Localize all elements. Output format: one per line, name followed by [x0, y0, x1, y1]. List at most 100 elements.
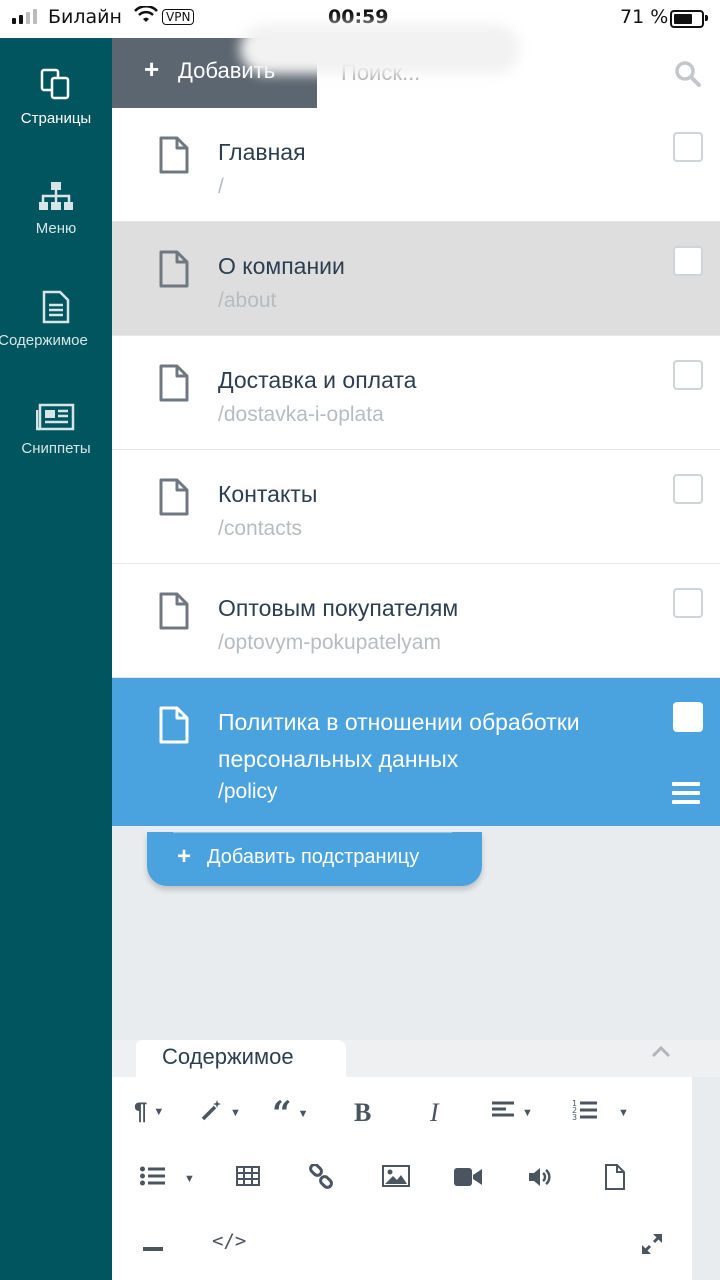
plus-icon: + [177, 843, 192, 870]
page-icon [158, 478, 190, 521]
editor-side-gutter [692, 1077, 720, 1280]
page-slug: / [218, 175, 224, 198]
sidebar-item-label: Содержимое [0, 332, 88, 349]
sidebar-item-content[interactable]: Содержимое [0, 290, 112, 349]
page-title[interactable]: Контакты [218, 476, 638, 513]
sidebar: Страницы Меню Содержимое Сниппеты [0, 38, 112, 1280]
content-icon [0, 290, 112, 328]
quote-button[interactable]: “▼ [272, 1094, 308, 1134]
code-button[interactable]: </> [212, 1230, 246, 1252]
page-row[interactable]: Политика в отношении обработки персональ… [112, 678, 720, 826]
sidebar-item-label: Сниппеты [21, 440, 91, 457]
page-checkbox[interactable] [673, 132, 703, 162]
battery-percent: 71 % [620, 6, 669, 28]
video-button[interactable] [454, 1167, 482, 1193]
battery-icon [670, 10, 708, 28]
plus-icon: + [144, 54, 160, 84]
paragraph-icon: ¶ [134, 1098, 148, 1125]
image-button[interactable] [382, 1165, 410, 1193]
audio-button[interactable] [528, 1166, 554, 1194]
unordered-list-icon [140, 1166, 166, 1192]
bold-icon: B [354, 1098, 372, 1127]
image-icon [382, 1165, 410, 1193]
bold-button[interactable]: B [354, 1098, 371, 1128]
chevron-up-icon[interactable] [650, 1042, 672, 1065]
page-icon [158, 592, 190, 635]
page-title[interactable]: О компании [218, 248, 638, 285]
page-row[interactable]: О компании /about [112, 222, 720, 336]
sidebar-item-menu[interactable]: Меню [0, 180, 112, 237]
redaction-smudge [240, 24, 520, 74]
content-editor: Содержимое ¶ ▼ ▼ “▼ B I ▼ 1 2 3 ▼ ▼ </> [112, 1040, 720, 1280]
drag-handle-icon[interactable] [672, 782, 700, 809]
sidebar-item-pages[interactable]: Страницы [0, 68, 112, 127]
page-checkbox[interactable] [673, 702, 703, 732]
page-icon [158, 364, 190, 407]
file-button[interactable] [604, 1164, 626, 1196]
chevron-down-icon: ▼ [522, 1107, 533, 1119]
quote-icon: “ [272, 1094, 292, 1134]
wifi-icon [134, 4, 158, 29]
italic-icon: I [430, 1098, 439, 1127]
carrier-name: Билайн [48, 6, 122, 28]
page-icon [158, 136, 190, 179]
page-title[interactable]: Оптовым покупателям [218, 590, 638, 627]
link-icon [308, 1163, 334, 1196]
page-list: Главная / О компании /about Доставка и о… [112, 108, 720, 826]
align-button[interactable]: ▼ [492, 1100, 533, 1126]
add-subpage-button[interactable]: + Добавить подстраницу [147, 832, 482, 886]
fullscreen-button[interactable] [640, 1232, 664, 1262]
page-icon [158, 706, 190, 749]
page-slug: /policy [218, 780, 278, 803]
audio-icon [528, 1166, 554, 1194]
magic-button[interactable]: ▼ [200, 1098, 241, 1128]
magic-icon [200, 1098, 224, 1128]
add-subpage-label: Добавить подстраницу [207, 846, 420, 868]
link-button[interactable] [308, 1163, 334, 1196]
video-icon [454, 1167, 482, 1193]
chevron-down-icon: ▼ [153, 1106, 165, 1118]
page-row[interactable]: Главная / [112, 108, 720, 222]
horizontal-rule-button[interactable] [142, 1234, 164, 1260]
page-slug: /about [218, 289, 277, 312]
page-checkbox[interactable] [673, 360, 703, 390]
page-checkbox[interactable] [673, 474, 703, 504]
file-icon [604, 1164, 626, 1196]
align-icon [492, 1100, 516, 1126]
vpn-badge: VPN [162, 9, 195, 25]
page-checkbox[interactable] [673, 588, 703, 618]
page-checkbox[interactable] [673, 246, 703, 276]
page-icon [158, 250, 190, 293]
ordered-list-icon: 123 [572, 1098, 598, 1128]
pages-icon [0, 68, 112, 106]
table-button[interactable] [236, 1166, 260, 1192]
page-title[interactable]: Главная [218, 134, 638, 171]
page-slug: /optovym-pokupatelyam [218, 631, 441, 654]
snippets-icon [0, 402, 112, 436]
ordered-list-button[interactable]: 1 2 3 ▼ [572, 1098, 629, 1128]
page-slug: /dostavka-i-oplata [218, 403, 384, 426]
page-title[interactable]: Доставка и оплата [218, 362, 638, 399]
page-title[interactable]: Политика в отношении обработки персональ… [218, 704, 638, 778]
chevron-down-icon: ▼ [618, 1107, 629, 1119]
page-row[interactable]: Контакты /contacts [112, 450, 720, 564]
chevron-down-icon: ▼ [297, 1108, 309, 1120]
page-slug: /contacts [218, 517, 303, 540]
search-icon[interactable] [674, 60, 702, 93]
fullscreen-icon [640, 1232, 664, 1262]
italic-button[interactable]: I [430, 1098, 439, 1128]
sidebar-item-label: Страницы [20, 110, 92, 127]
tab-content[interactable]: Содержимое [136, 1040, 346, 1077]
table-icon [236, 1166, 260, 1192]
chevron-down-icon: ▼ [230, 1107, 241, 1119]
sidebar-item-snippets[interactable]: Сниппеты [0, 402, 112, 457]
editor-tabbar: Содержимое [112, 1040, 720, 1077]
chevron-down-icon: ▼ [184, 1173, 195, 1185]
unordered-list-button[interactable]: ▼ [140, 1166, 195, 1192]
svg-text:3: 3 [572, 1113, 577, 1122]
page-row[interactable]: Доставка и оплата /dostavka-i-oplata [112, 336, 720, 450]
page-row[interactable]: Оптовым покупателям /optovym-pokupatelya… [112, 564, 720, 678]
code-icon: </> [212, 1230, 247, 1252]
paragraph-button[interactable]: ¶ ▼ [134, 1098, 164, 1126]
signal-icon [12, 9, 37, 24]
